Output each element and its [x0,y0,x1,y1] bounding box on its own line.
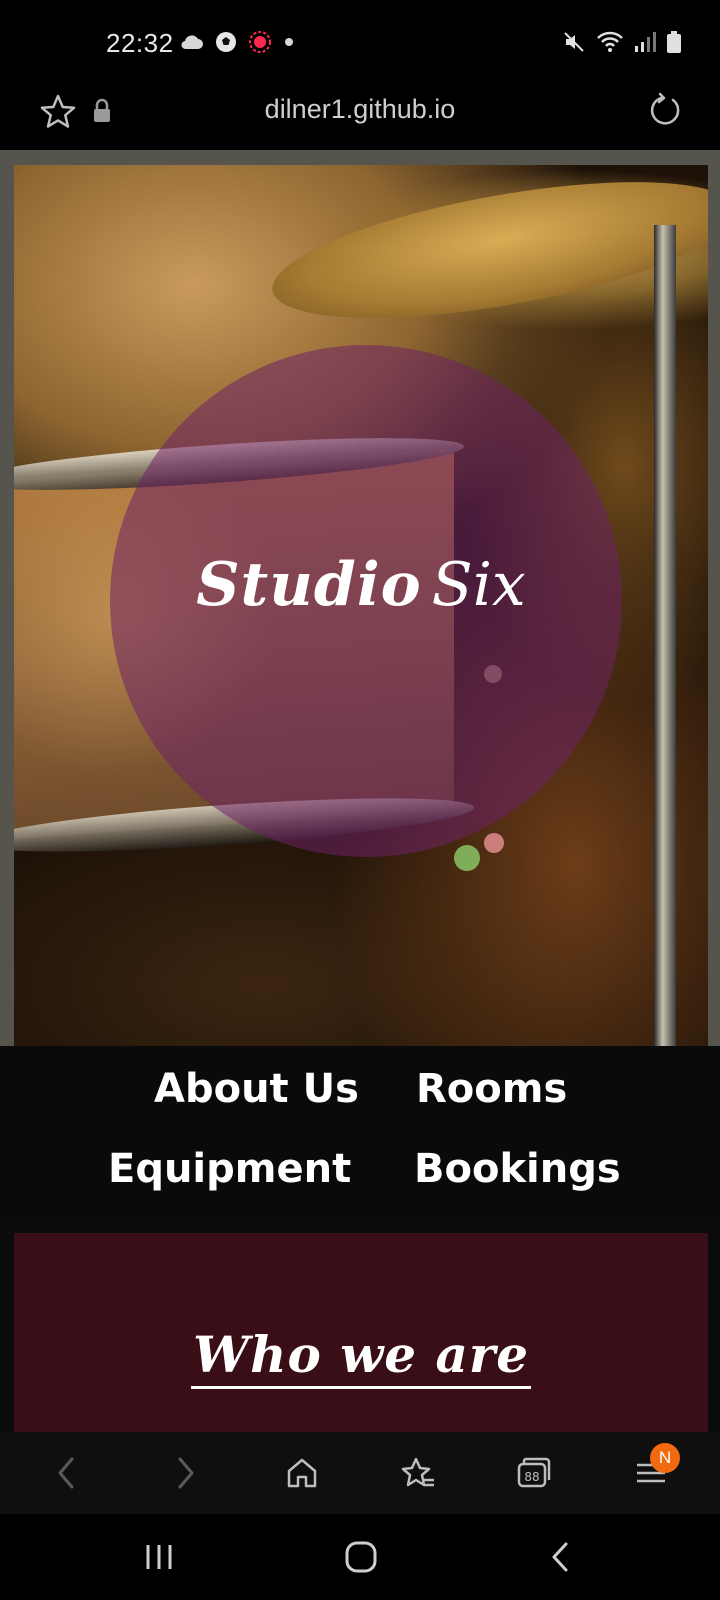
cloud-icon [181,35,203,50]
recents-icon[interactable] [134,1532,184,1582]
who-we-are-section: Who we are [14,1233,708,1432]
wifi-icon [597,31,623,52]
nav-link-rooms[interactable]: Rooms [416,1066,567,1112]
bokeh-light [454,845,480,871]
tabs-icon[interactable]: 88 [509,1448,559,1498]
soccer-ball-icon [216,32,236,52]
forward-icon[interactable] [160,1448,210,1498]
drum-stand-shape [654,225,676,1051]
system-navigation-bar [0,1514,720,1600]
site-title[interactable]: Studio Six [14,550,708,620]
site-title-bold: Studio [196,550,422,620]
web-page: Studio Six About Us Rooms Equipment Booki… [0,150,720,1432]
mute-icon [564,32,584,52]
home-icon[interactable] [336,1532,386,1582]
dot-icon [285,38,293,46]
url-field[interactable]: dilner1.github.io [0,94,720,125]
status-icons-left [180,30,296,54]
hero-image: Studio Six [14,165,708,1051]
bokeh-light [484,833,504,853]
notification-badge: N [650,1443,680,1473]
who-we-are-heading-text: Who we are [190,1325,532,1389]
battery-icon [667,31,681,53]
nav-link-about-us[interactable]: About Us [154,1066,359,1112]
main-nav: About Us Rooms Equipment Bookings [0,1046,720,1220]
status-icons-right [562,30,682,54]
browser-address-bar: dilner1.github.io [0,88,720,150]
browser-toolbar: 88 [0,1432,720,1514]
recording-icon [249,31,271,53]
status-time: 22:32 [106,28,174,58]
reload-icon[interactable] [646,92,684,130]
back-icon[interactable] [42,1448,92,1498]
status-bar: 22:32 [0,0,720,88]
nav-link-equipment[interactable]: Equipment [108,1146,351,1192]
cymbal-shape [263,165,708,345]
site-title-light: Six [431,550,526,620]
who-we-are-heading: Who we are [14,1325,708,1389]
signal-icon [635,32,656,52]
home-icon[interactable] [277,1448,327,1498]
nav-link-bookings[interactable]: Bookings [414,1146,621,1192]
hero-frame: Studio Six [0,150,720,1065]
back-icon[interactable] [536,1532,586,1582]
bookmarks-icon[interactable] [393,1448,443,1498]
svg-text:88: 88 [524,1470,539,1484]
